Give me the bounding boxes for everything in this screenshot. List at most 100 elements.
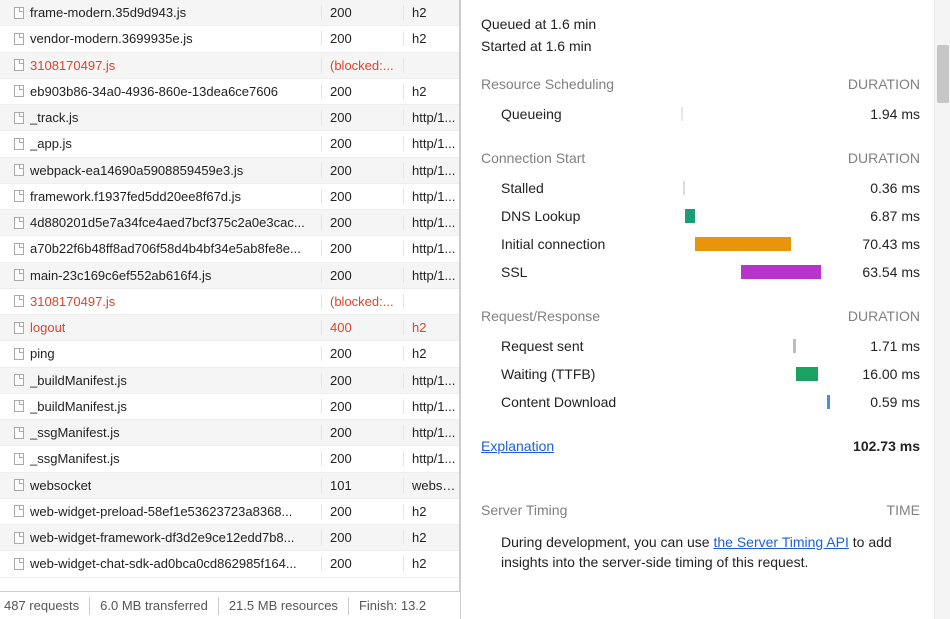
file-icon — [14, 85, 24, 97]
table-row[interactable]: vendor-modern.3699935e.js200h2 — [0, 26, 459, 52]
table-row[interactable]: logout 400h2 — [0, 315, 459, 341]
explanation-link[interactable]: Explanation — [481, 438, 554, 454]
table-row[interactable]: _ssgManifest.js200http/1... — [0, 420, 459, 446]
request-status: 200 — [322, 110, 404, 125]
table-row[interactable]: _ssgManifest.js200http/1... — [0, 446, 459, 472]
file-icon — [14, 59, 24, 71]
request-name: web-widget-chat-sdk-ad0bca0cd862985f164.… — [30, 556, 297, 571]
status-transferred: 6.0 MB transferred — [90, 597, 219, 615]
timing-bar-track — [681, 339, 831, 353]
timing-row: Request sent 1.71 ms — [481, 332, 920, 360]
table-row[interactable]: _buildManifest.js200http/1... — [0, 394, 459, 420]
request-name: _ssgManifest.js — [30, 451, 120, 466]
request-name: framework.f1937fed5dd20ee8f67d.js — [30, 189, 241, 204]
request-protocol: h2 — [404, 84, 459, 99]
request-name: _buildManifest.js — [30, 399, 127, 414]
request-status: 200 — [322, 268, 404, 283]
file-icon — [14, 374, 24, 386]
section-title-reqresp: Request/Response — [481, 308, 600, 324]
request-status: 400 — [322, 320, 404, 335]
timing-bar — [685, 209, 695, 223]
section-reqresp: Request/Response DURATION Request sent1.… — [481, 308, 920, 416]
request-protocol: http/1... — [404, 163, 459, 178]
request-status: 200 — [322, 241, 404, 256]
table-row[interactable]: 3108170497.js(blocked:... — [0, 289, 459, 315]
table-row[interactable]: web-widget-chat-sdk-ad0bca0cd862985f164.… — [0, 551, 459, 577]
table-row[interactable]: ping200h2 — [0, 341, 459, 367]
timing-label: DNS Lookup — [481, 208, 681, 224]
request-name: main-23c169c6ef552ab616f4.js — [30, 268, 211, 283]
network-table[interactable]: frame-modern.35d9d943.js200h2vendor-mode… — [0, 0, 460, 591]
table-row[interactable]: 4d880201d5e7a34fce4aed7bcf375c2a0e3cac..… — [0, 210, 459, 236]
file-icon — [14, 190, 24, 202]
table-row[interactable]: 3108170497.js(blocked:... — [0, 53, 459, 79]
request-name: websocket — [30, 478, 91, 493]
request-protocol: http/1... — [404, 136, 459, 151]
request-protocol: webso... — [404, 478, 459, 493]
timing-label: Content Download — [481, 394, 681, 410]
table-row[interactable]: _track.js200http/1... — [0, 105, 459, 131]
table-row[interactable]: a70b22f6b48ff8ad706f58d4b4bf34e5ab8fe8e.… — [0, 236, 459, 262]
request-name: logout — [30, 320, 65, 335]
request-status: 200 — [322, 530, 404, 545]
timing-value: 1.71 ms — [831, 338, 920, 354]
request-status: 200 — [322, 31, 404, 46]
request-protocol: http/1... — [404, 268, 459, 283]
request-protocol: http/1... — [404, 425, 459, 440]
scrollbar-thumb[interactable] — [937, 45, 949, 103]
request-status: 200 — [322, 399, 404, 414]
timing-row: Initial connection70.43 ms — [481, 230, 920, 258]
file-icon — [14, 243, 24, 255]
table-row[interactable]: frame-modern.35d9d943.js200h2 — [0, 0, 459, 26]
request-protocol: h2 — [404, 346, 459, 361]
timing-value: 1.94 ms — [831, 106, 920, 122]
server-timing-api-link[interactable]: the Server Timing API — [713, 534, 848, 550]
timing-label: Stalled — [481, 180, 681, 196]
timing-bar — [683, 181, 685, 195]
request-protocol: http/1... — [404, 215, 459, 230]
file-icon — [14, 453, 24, 465]
file-icon — [14, 505, 24, 517]
request-protocol: http/1... — [404, 241, 459, 256]
timing-bar-track — [681, 181, 831, 195]
server-timing-time-label: TIME — [887, 502, 920, 518]
table-row[interactable]: eb903b86-34a0-4936-860e-13dea6ce7606200h… — [0, 79, 459, 105]
section-connection: Connection Start DURATION Stalled0.36 ms… — [481, 150, 920, 286]
request-name: _buildManifest.js — [30, 373, 127, 388]
timing-value: 70.43 ms — [831, 236, 920, 252]
file-icon — [14, 138, 24, 150]
file-icon — [14, 400, 24, 412]
table-row[interactable]: websocket101webso... — [0, 473, 459, 499]
request-protocol: http/1... — [404, 110, 459, 125]
timing-bar — [695, 237, 791, 251]
table-row[interactable]: web-widget-framework-df3d2e9ce12edd7b8..… — [0, 525, 459, 551]
request-protocol: h2 — [404, 320, 459, 335]
request-name: _ssgManifest.js — [30, 425, 120, 440]
request-name: webpack-ea14690a5908859459e3.js — [30, 163, 243, 178]
request-status: 200 — [322, 556, 404, 571]
request-name: web-widget-framework-df3d2e9ce12edd7b8..… — [30, 530, 295, 545]
timing-row: DNS Lookup6.87 ms — [481, 202, 920, 230]
request-name: a70b22f6b48ff8ad706f58d4b4bf34e5ab8fe8e.… — [30, 241, 301, 256]
timing-label: Request sent — [481, 338, 681, 354]
table-row[interactable]: _app.js200http/1... — [0, 131, 459, 157]
file-icon — [14, 269, 24, 281]
file-icon — [14, 558, 24, 570]
table-row[interactable]: web-widget-preload-58ef1e53623723a8368..… — [0, 499, 459, 525]
scrollbar[interactable] — [934, 0, 950, 619]
timing-bar — [796, 367, 818, 381]
file-icon — [14, 322, 24, 334]
request-protocol: h2 — [404, 5, 459, 20]
request-status: 200 — [322, 504, 404, 519]
timing-row: SSL63.54 ms — [481, 258, 920, 286]
timing-bar-track — [681, 367, 831, 381]
file-icon — [14, 217, 24, 229]
request-name: web-widget-preload-58ef1e53623723a8368..… — [30, 504, 292, 519]
table-row[interactable]: webpack-ea14690a5908859459e3.js200http/1… — [0, 158, 459, 184]
table-row[interactable]: main-23c169c6ef552ab616f4.js 200http/1... — [0, 263, 459, 289]
table-row[interactable]: _buildManifest.js200http/1... — [0, 368, 459, 394]
timing-row: Waiting (TTFB)16.00 ms — [481, 360, 920, 388]
table-row[interactable]: framework.f1937fed5dd20ee8f67d.js200http… — [0, 184, 459, 210]
server-timing-text: During development, you can use the Serv… — [481, 532, 920, 573]
file-icon — [14, 427, 24, 439]
